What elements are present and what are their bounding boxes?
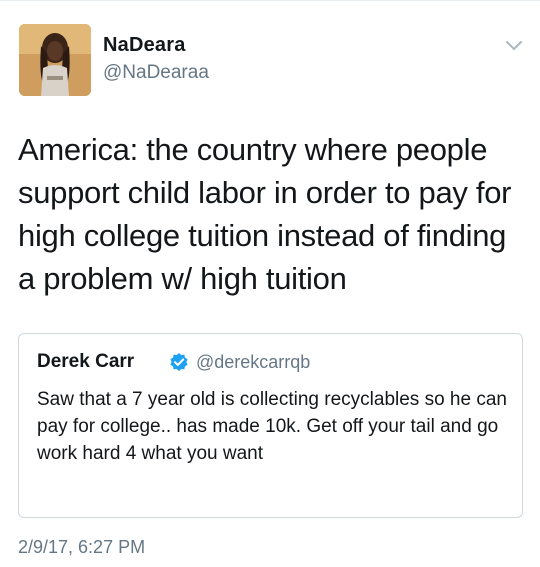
avatar[interactable] bbox=[19, 24, 91, 96]
chevron-down-icon[interactable] bbox=[504, 38, 524, 54]
quoted-tweet-text: Saw that a 7 year old is collecting recy… bbox=[37, 389, 507, 464]
quoted-author-name: Derek Carr bbox=[37, 351, 135, 372]
tweet-card: NaDeara @NaDearaa America: the country w… bbox=[0, 0, 540, 567]
tweet-text: America: the country where people suppor… bbox=[18, 132, 512, 296]
author-name[interactable]: NaDeara bbox=[103, 34, 186, 57]
divider bbox=[0, 0, 540, 1]
quoted-author-handle: @derekcarrqb bbox=[196, 352, 311, 372]
author-handle[interactable]: @NaDearaa bbox=[103, 62, 209, 84]
tweet-timestamp[interactable]: 2/9/17, 6:27 PM bbox=[18, 537, 145, 558]
verified-badge-icon bbox=[169, 352, 189, 372]
profile-photo-icon bbox=[19, 24, 91, 96]
quoted-tweet[interactable]: Derek Carr @derekcarrqb Saw that a 7 yea… bbox=[18, 333, 523, 518]
